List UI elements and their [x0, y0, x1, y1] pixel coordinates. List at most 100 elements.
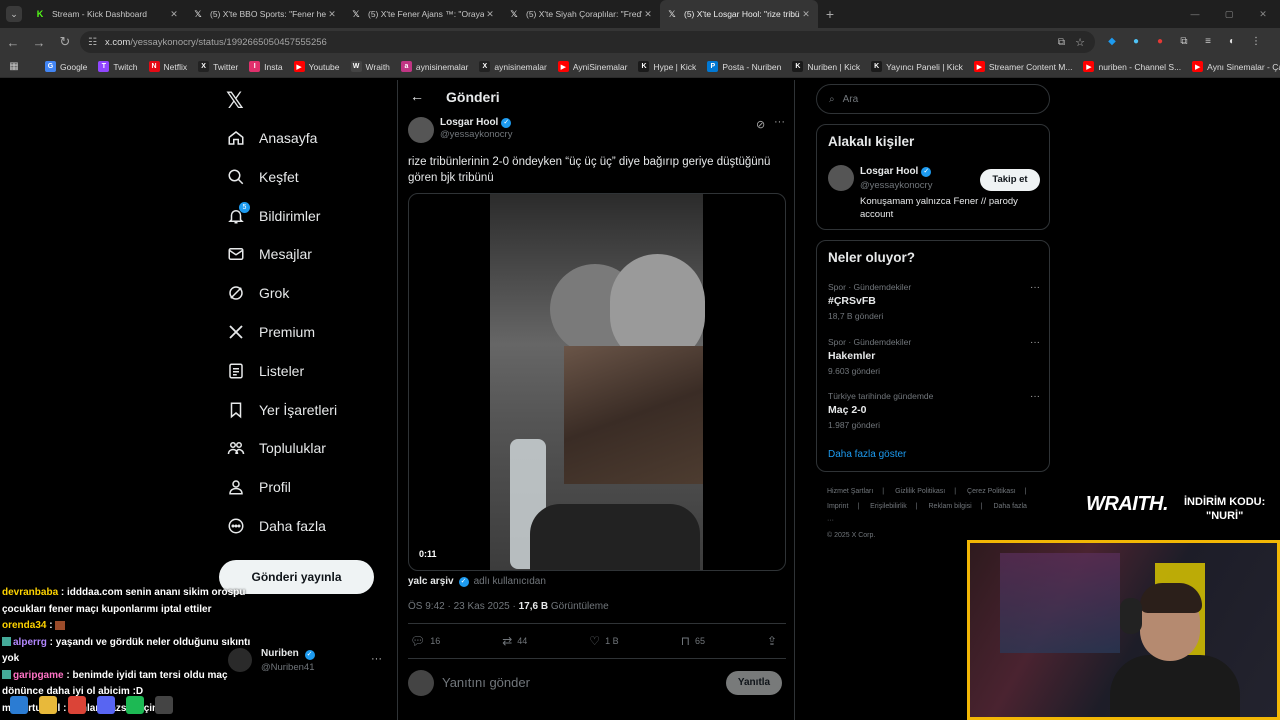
- trend-item[interactable]: Spor · Gündemdekiler Hakemler 9.603 gönd…: [828, 337, 1040, 376]
- shield-extension-icon[interactable]: ◆: [1100, 34, 1124, 50]
- avatar[interactable]: [408, 117, 434, 143]
- puzzle-icon[interactable]: ⧉: [1172, 34, 1196, 50]
- browser-tab[interactable]: 𝕏 (5) X'te BBO Sports: "Fener her ✕: [186, 0, 344, 28]
- forward-arrow-icon[interactable]: →: [26, 35, 52, 50]
- bookmark-item[interactable]: ▶ Youtube: [293, 61, 340, 72]
- discord-icon[interactable]: [97, 696, 115, 714]
- browser-tab[interactable]: 𝕏 (5) X'te Siyah Çoraplılar: "Fred'i ✕: [502, 0, 660, 28]
- post-video[interactable]: 0:11: [408, 193, 786, 571]
- maximize-icon[interactable]: ▢: [1212, 0, 1246, 28]
- reload-icon[interactable]: ↻: [52, 34, 78, 50]
- bookmark-item[interactable]: W Wraith: [350, 61, 390, 72]
- back-arrow-icon[interactable]: ←: [410, 88, 424, 104]
- bookmark-item[interactable]: Xaynisinemalar: [479, 61, 547, 72]
- url-field[interactable]: ☷ x.com/yessaykonocry/status/19926650504…: [80, 31, 1095, 53]
- footer-link[interactable]: Daha fazla ···: [827, 503, 1027, 525]
- person-name[interactable]: Losgar Hool ✓: [860, 166, 932, 177]
- browser-tab[interactable]: K Stream - Kick Dashboard ✕: [28, 0, 186, 28]
- bookmark-item[interactable]: I Insta: [249, 61, 283, 72]
- repost-button[interactable]: ⇄ 44: [502, 634, 527, 648]
- avatar[interactable]: [828, 165, 854, 191]
- reply-submit-button[interactable]: Yanıtla: [726, 671, 782, 695]
- footer-link[interactable]: Gizlilik Politikası: [895, 488, 945, 495]
- author-handle[interactable]: @yessaykonocry: [440, 129, 512, 140]
- windows-icon[interactable]: [10, 696, 28, 714]
- folder-icon[interactable]: [39, 696, 57, 714]
- app-icon[interactable]: [155, 696, 173, 714]
- bookmark-item[interactable]: K Nuriben | Kick: [792, 61, 860, 72]
- bookmark-item[interactable]: a aynisinemalar: [400, 61, 468, 72]
- video-frame[interactable]: [490, 194, 705, 570]
- show-more-link[interactable]: Daha fazla göster: [828, 449, 906, 460]
- back-arrow-icon[interactable]: ←: [0, 35, 26, 50]
- bookmark-item[interactable]: T Twitch: [98, 61, 138, 72]
- like-button[interactable]: ♡ 1 B: [589, 634, 618, 648]
- more-dots-icon[interactable]: ···: [774, 116, 785, 128]
- footer-link[interactable]: Hizmet Şartları: [827, 488, 873, 495]
- bookmark-item[interactable]: K Yayıncı Paneli | Kick: [871, 61, 963, 72]
- author-name[interactable]: Losgar Hool ✓: [440, 117, 512, 128]
- follow-button[interactable]: Takip et: [980, 169, 1040, 191]
- bookmark-item[interactable]: ▶ nuriben - Channel S...: [1083, 61, 1181, 72]
- post-timestamp[interactable]: ÖS 9:42 · 23 Kas 2025 ·: [408, 601, 519, 612]
- more-dots-icon[interactable]: ···: [1030, 337, 1040, 348]
- install-app-icon[interactable]: ⧉: [1058, 37, 1065, 48]
- extension-icon[interactable]: ●: [1148, 34, 1172, 50]
- close-icon[interactable]: ✕: [642, 9, 654, 20]
- browser-tab[interactable]: 𝕏 (5) X'te Fener Ajans ™: "Oraya ✕: [344, 0, 502, 28]
- new-tab-button[interactable]: +: [818, 6, 842, 22]
- bookmark-button[interactable]: ⊓ 65: [681, 634, 705, 648]
- trend-item[interactable]: Spor · Gündemdekiler #ÇRSvFB 18,7 B gönd…: [828, 282, 1040, 321]
- tab-search-button[interactable]: ⌄: [0, 0, 28, 28]
- attribution-user[interactable]: yalc arşiv: [408, 576, 454, 587]
- bookmark-item[interactable]: P Posta - Nuriben: [707, 61, 781, 72]
- extension-icon[interactable]: ●: [1124, 34, 1148, 50]
- minimize-icon[interactable]: —: [1178, 0, 1212, 28]
- apps-icon[interactable]: ▦: [8, 61, 34, 73]
- media-icon[interactable]: ≡: [1196, 34, 1220, 50]
- nav-item-person[interactable]: Profil: [227, 478, 291, 496]
- chrome-icon[interactable]: [68, 696, 86, 714]
- reply-button[interactable]: 💬︎ 16: [410, 634, 440, 648]
- bookmark-item[interactable]: ▶Aynı Sinemalar - Ça...: [1192, 61, 1280, 72]
- nav-item-more-circle[interactable]: Daha fazla: [227, 517, 326, 535]
- footer-link[interactable]: Reklam bilgisi: [929, 503, 972, 510]
- more-dots-icon[interactable]: ···: [371, 653, 382, 665]
- nav-item-x[interactable]: Premium: [227, 323, 315, 341]
- footer-link[interactable]: Çerez Politikası: [967, 488, 1016, 495]
- close-icon[interactable]: ✕: [484, 9, 496, 20]
- site-info-icon[interactable]: ☷: [88, 37, 97, 48]
- close-icon[interactable]: ✕: [800, 9, 812, 20]
- search-input[interactable]: ⌕ Ara: [816, 84, 1050, 114]
- bookmark-item[interactable]: ▶ AyniSinemalar: [557, 61, 627, 72]
- nav-item-search[interactable]: Keşfet: [227, 168, 299, 186]
- bookmark-item[interactable]: N Netflix: [148, 61, 187, 72]
- nav-item-people[interactable]: Topluluklar: [227, 439, 326, 457]
- nav-item-bell[interactable]: 5 Bildirimler: [227, 201, 320, 225]
- kebab-menu-icon[interactable]: ⋮: [1244, 34, 1268, 50]
- share-button[interactable]: ⇪: [767, 634, 782, 648]
- x-logo-icon[interactable]: 𝕏: [226, 88, 244, 114]
- bookmark-item[interactable]: ▶ Streamer Content M...: [973, 61, 1072, 72]
- post-author[interactable]: Losgar Hool ✓ @yessaykonocry: [408, 117, 512, 143]
- nav-item-mail[interactable]: Mesajlar: [227, 245, 312, 263]
- nav-item-list[interactable]: Listeler: [227, 362, 304, 380]
- more-dots-icon[interactable]: ···: [1030, 391, 1040, 402]
- nav-item-bookmark[interactable]: Yer İşaretleri: [227, 401, 337, 419]
- spotify-icon[interactable]: [126, 696, 144, 714]
- close-icon[interactable]: ✕: [168, 9, 180, 20]
- close-icon[interactable]: ✕: [326, 9, 338, 20]
- trend-item[interactable]: Türkiye tarihinde gündemde Maç 2-0 1.987…: [828, 391, 1040, 430]
- nav-item-home[interactable]: Anasayfa: [227, 129, 317, 147]
- close-window-icon[interactable]: ✕: [1246, 0, 1280, 28]
- footer-link[interactable]: Imprint: [827, 503, 848, 510]
- bookmark-item[interactable]: K Hype | Kick: [638, 61, 696, 72]
- grok-icon[interactable]: ⊘: [756, 118, 765, 131]
- bookmark-item[interactable]: X Twitter: [198, 61, 238, 72]
- nav-item-grok[interactable]: Grok: [227, 284, 289, 302]
- reply-input[interactable]: Yanıtını gönder: [442, 675, 530, 690]
- browser-tab-active[interactable]: 𝕏 (5) X'te Losgar Hool: "rize tribün ✕: [660, 0, 818, 28]
- bookmark-item[interactable]: G Google: [45, 61, 87, 72]
- footer-link[interactable]: Erişilebilirlik: [870, 503, 907, 510]
- more-dots-icon[interactable]: ···: [1030, 282, 1040, 293]
